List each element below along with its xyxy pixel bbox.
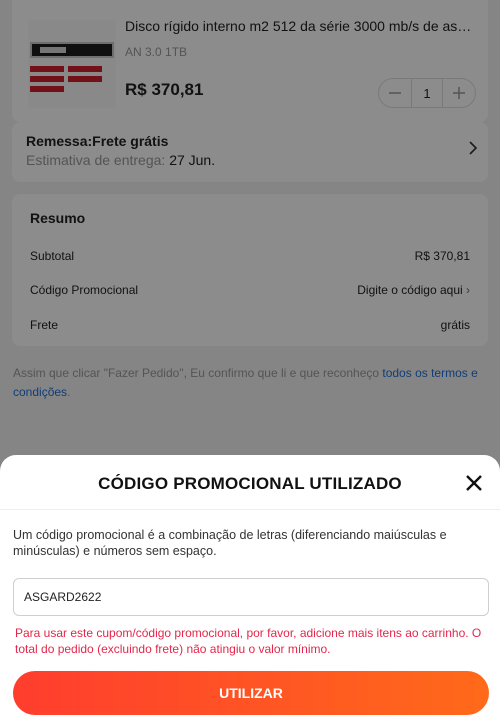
divider (0, 509, 500, 510)
sheet-title: CÓDIGO PROMOCIONAL UTILIZADO (98, 474, 402, 493)
promo-code-sheet: CÓDIGO PROMOCIONAL UTILIZADO Um código p… (0, 455, 500, 717)
promo-error-message: Para usar este cupom/código promocional,… (15, 626, 482, 656)
promo-code-input[interactable] (13, 578, 489, 616)
close-icon[interactable] (462, 471, 486, 495)
promo-description: Um código promocional é a combinação de … (13, 528, 447, 558)
apply-button[interactable]: UTILIZAR (13, 671, 489, 715)
